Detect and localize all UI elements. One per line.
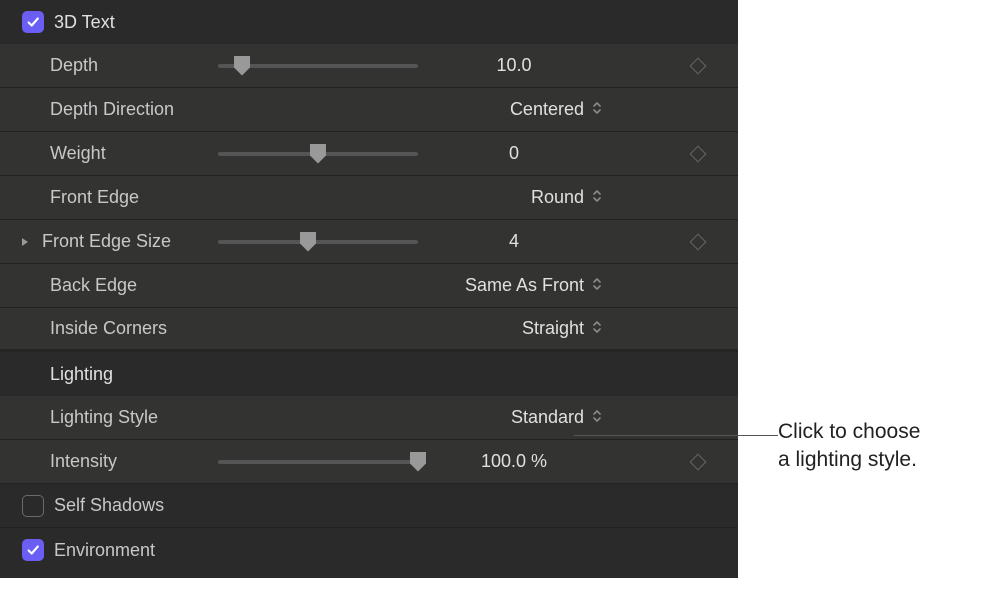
keyframe-icon[interactable] (690, 453, 707, 470)
callout-text-line1: Click to choose (778, 418, 920, 446)
label-back-edge: Back Edge (50, 275, 218, 296)
popup-back-edge[interactable]: Same As Front (424, 275, 604, 296)
row-self-shadows: Self Shadows (0, 484, 738, 528)
popup-lighting-style[interactable]: Standard (424, 407, 604, 428)
chevron-updown-icon (592, 318, 604, 339)
slider-depth[interactable] (218, 56, 418, 76)
value-depth[interactable]: 10.0 (424, 55, 604, 76)
slider-intensity[interactable] (218, 452, 418, 472)
row-lighting-style: Lighting Style Standard (0, 396, 738, 440)
label-lighting-style: Lighting Style (50, 407, 218, 428)
value-front-edge-size[interactable]: 4 (424, 231, 604, 252)
chevron-updown-icon (592, 99, 604, 120)
chevron-updown-icon (592, 187, 604, 208)
callout-annotation: Click to choose a lighting style. (738, 0, 920, 578)
checkbox-3d-text[interactable] (22, 11, 44, 33)
value-weight[interactable]: 0 (424, 143, 604, 164)
value-inside-corners: Straight (522, 318, 584, 339)
keyframe-icon[interactable] (690, 145, 707, 162)
value-depth-direction: Centered (510, 99, 584, 120)
callout-leader-line (574, 435, 778, 436)
label-front-edge-size: Front Edge Size (42, 231, 218, 252)
row-front-edge: Front Edge Round (0, 176, 738, 220)
row-depth: Depth 10.0 (0, 44, 738, 88)
section-header-lighting: Lighting (0, 352, 738, 396)
row-back-edge: Back Edge Same As Front (0, 264, 738, 308)
section-header-3d-text: 3D Text (0, 0, 738, 44)
label-intensity: Intensity (50, 451, 218, 472)
checkbox-environment[interactable] (22, 539, 44, 561)
chevron-updown-icon (592, 275, 604, 296)
label-depth-direction: Depth Direction (50, 99, 218, 120)
row-intensity: Intensity 100.0 % (0, 440, 738, 484)
popup-depth-direction[interactable]: Centered (424, 99, 604, 120)
label-inside-corners: Inside Corners (50, 318, 218, 339)
chevron-updown-icon (592, 407, 604, 428)
value-lighting-style: Standard (511, 407, 584, 428)
row-front-edge-size: Front Edge Size 4 (0, 220, 738, 264)
row-depth-direction: Depth Direction Centered (0, 88, 738, 132)
label-weight: Weight (50, 143, 218, 164)
section-title-lighting: Lighting (50, 364, 218, 385)
popup-inside-corners[interactable]: Straight (424, 318, 604, 339)
row-environment: Environment (0, 528, 738, 572)
popup-front-edge[interactable]: Round (424, 187, 604, 208)
keyframe-icon[interactable] (690, 233, 707, 250)
inspector-3d-text-panel: 3D Text Depth 10.0 Depth Direction Cente… (0, 0, 738, 578)
slider-weight[interactable] (218, 144, 418, 164)
section-title-3d-text: 3D Text (54, 12, 718, 33)
row-inside-corners: Inside Corners Straight (0, 308, 738, 352)
value-intensity[interactable]: 100.0 % (424, 451, 604, 472)
callout-text-line2: a lighting style. (778, 446, 920, 474)
value-back-edge: Same As Front (465, 275, 584, 296)
keyframe-icon[interactable] (690, 57, 707, 74)
label-environment: Environment (54, 540, 718, 561)
label-depth: Depth (50, 55, 218, 76)
slider-front-edge-size[interactable] (218, 232, 418, 252)
checkbox-self-shadows[interactable] (22, 495, 44, 517)
label-front-edge: Front Edge (50, 187, 218, 208)
value-front-edge: Round (531, 187, 584, 208)
row-weight: Weight 0 (0, 132, 738, 176)
label-self-shadows: Self Shadows (54, 495, 718, 516)
disclosure-triangle-icon[interactable] (20, 236, 34, 248)
